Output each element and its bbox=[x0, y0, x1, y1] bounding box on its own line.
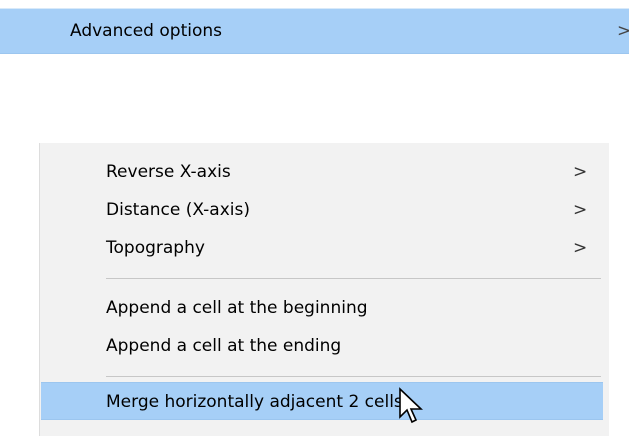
menu-item-reverse-x-axis[interactable]: Reverse X-axis > bbox=[39, 153, 609, 191]
menu-item-append-cell-beginning[interactable]: Append a cell at the beginning bbox=[39, 289, 609, 327]
menu-item-topography[interactable]: Topography > bbox=[39, 229, 609, 267]
menu-item-label: Topography bbox=[106, 238, 205, 258]
menu-item-label: Distance (X-axis) bbox=[106, 200, 250, 220]
chevron-right-icon: > bbox=[573, 162, 588, 182]
chevron-right-icon: > bbox=[617, 21, 629, 41]
menu-item-append-cell-ending[interactable]: Append a cell at the ending bbox=[39, 327, 609, 365]
chevron-right-icon: > bbox=[573, 200, 588, 220]
chevron-right-icon: > bbox=[573, 238, 588, 258]
arrow-pointer-icon bbox=[399, 387, 423, 424]
menu-separator bbox=[106, 278, 601, 279]
menu-item-label: Reverse X-axis bbox=[106, 162, 231, 182]
menu-separator bbox=[106, 376, 601, 377]
menu-item-label: Merge horizontally adjacent 2 cells bbox=[106, 392, 403, 412]
context-menu: Reverse X-axis > Distance (X-axis) > Top… bbox=[39, 143, 609, 436]
menu-item-advanced-options[interactable]: Advanced options > bbox=[0, 8, 629, 54]
menu-item-label: Append a cell at the beginning bbox=[106, 298, 368, 318]
menu-item-distance-x-axis[interactable]: Distance (X-axis) > bbox=[39, 191, 609, 229]
menu-item-label: Advanced options bbox=[70, 21, 222, 41]
menu-item-label: Append a cell at the ending bbox=[106, 336, 342, 356]
menu-item-merge-horizontal-cells[interactable]: Merge horizontally adjacent 2 cells bbox=[41, 382, 603, 420]
